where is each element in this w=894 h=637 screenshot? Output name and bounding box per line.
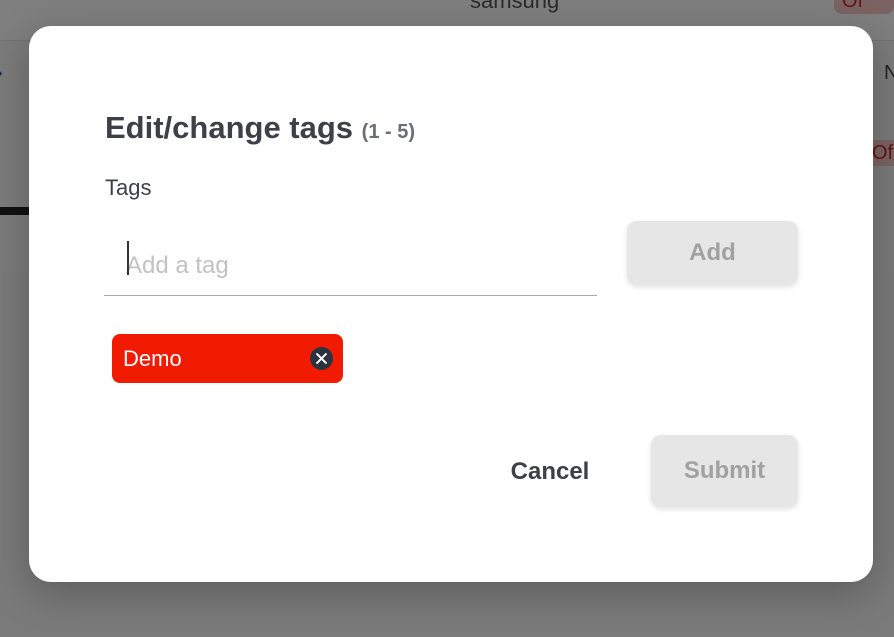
tag-chip: Demo [112,334,343,383]
tag-chip-label: Demo [123,345,182,371]
close-circle-icon[interactable] [310,347,333,370]
dialog-title-text: Edit/change tags [105,110,354,145]
text-cursor [127,241,129,275]
tag-count-range: (1 - 5) [361,121,416,143]
cancel-button[interactable]: Cancel [499,446,601,498]
submit-button[interactable]: Submit [651,435,798,507]
tag-input[interactable] [104,236,597,296]
add-tag-button[interactable]: Add [627,221,798,285]
dialog-title: Edit/change tags (1 - 5) [105,110,415,146]
tags-field-label: Tags [105,175,152,200]
edit-tags-dialog: Edit/change tags (1 - 5) Tags Add Demo C… [29,26,873,582]
